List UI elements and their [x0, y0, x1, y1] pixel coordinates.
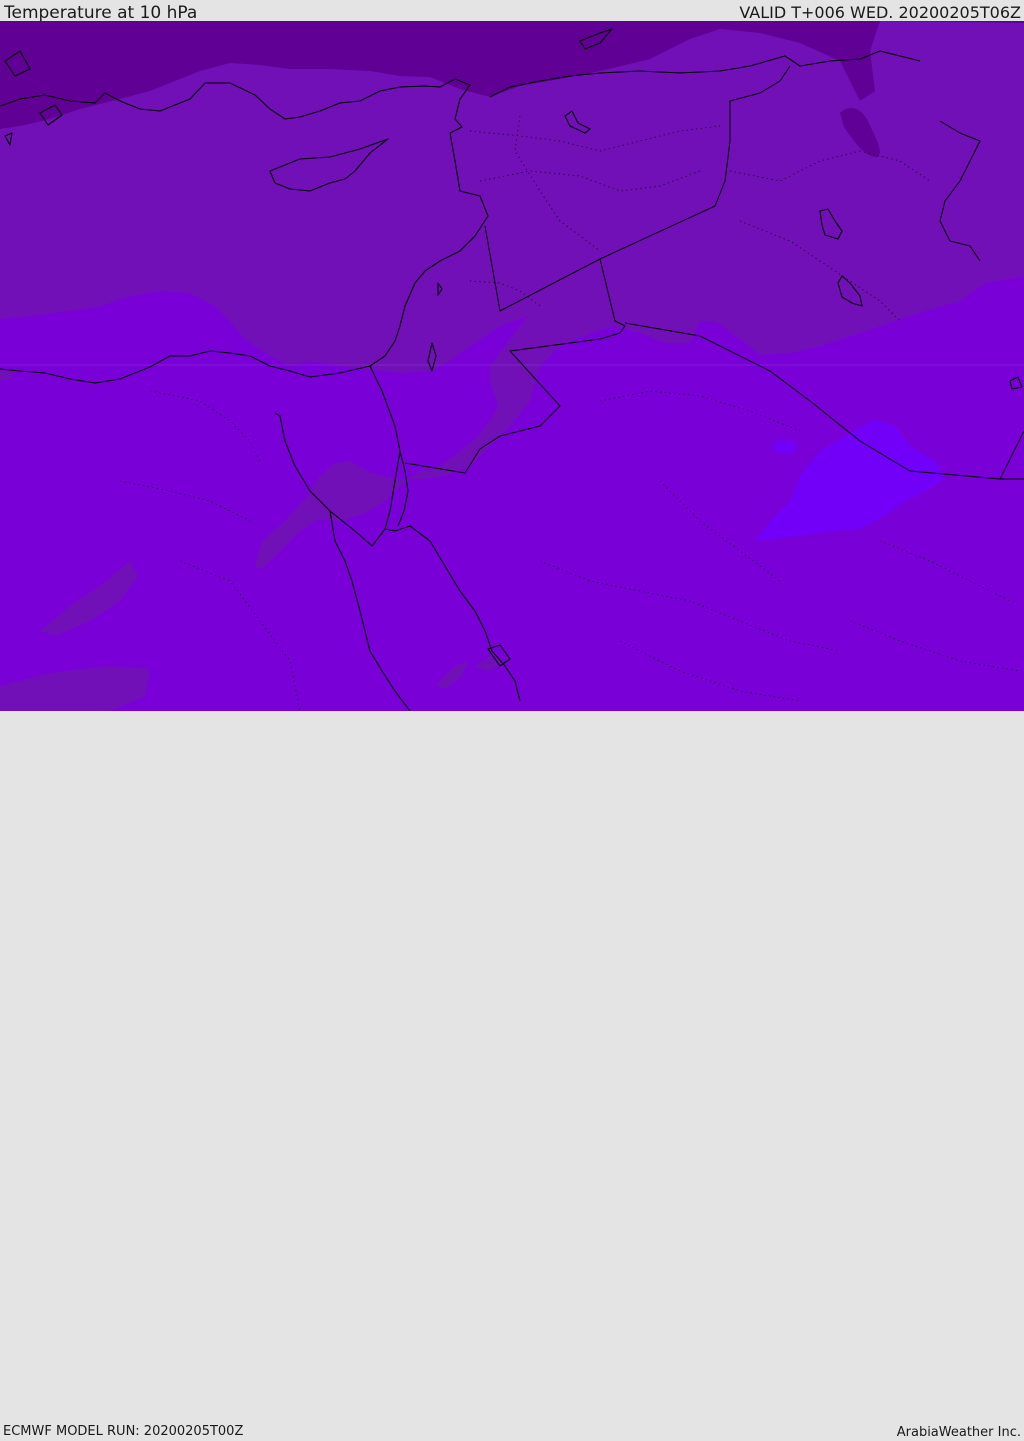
header-bar: Temperature at 10 hPa VALID T+006 WED. 2… [0, 0, 1024, 23]
valid-time: VALID T+006 WED. 20200205T06Z [739, 3, 1021, 22]
footer-bar: ECMWF MODEL RUN: 20200205T00Z ArabiaWeat… [0, 711, 1024, 1440]
map-title: Temperature at 10 hPa [4, 3, 198, 23]
temperature-map [0, 21, 1024, 711]
band-light-spot [773, 440, 797, 454]
model-run: ECMWF MODEL RUN: 20200205T00Z [3, 1424, 244, 1439]
credit-text: ArabiaWeather Inc. [896, 1425, 1021, 1440]
